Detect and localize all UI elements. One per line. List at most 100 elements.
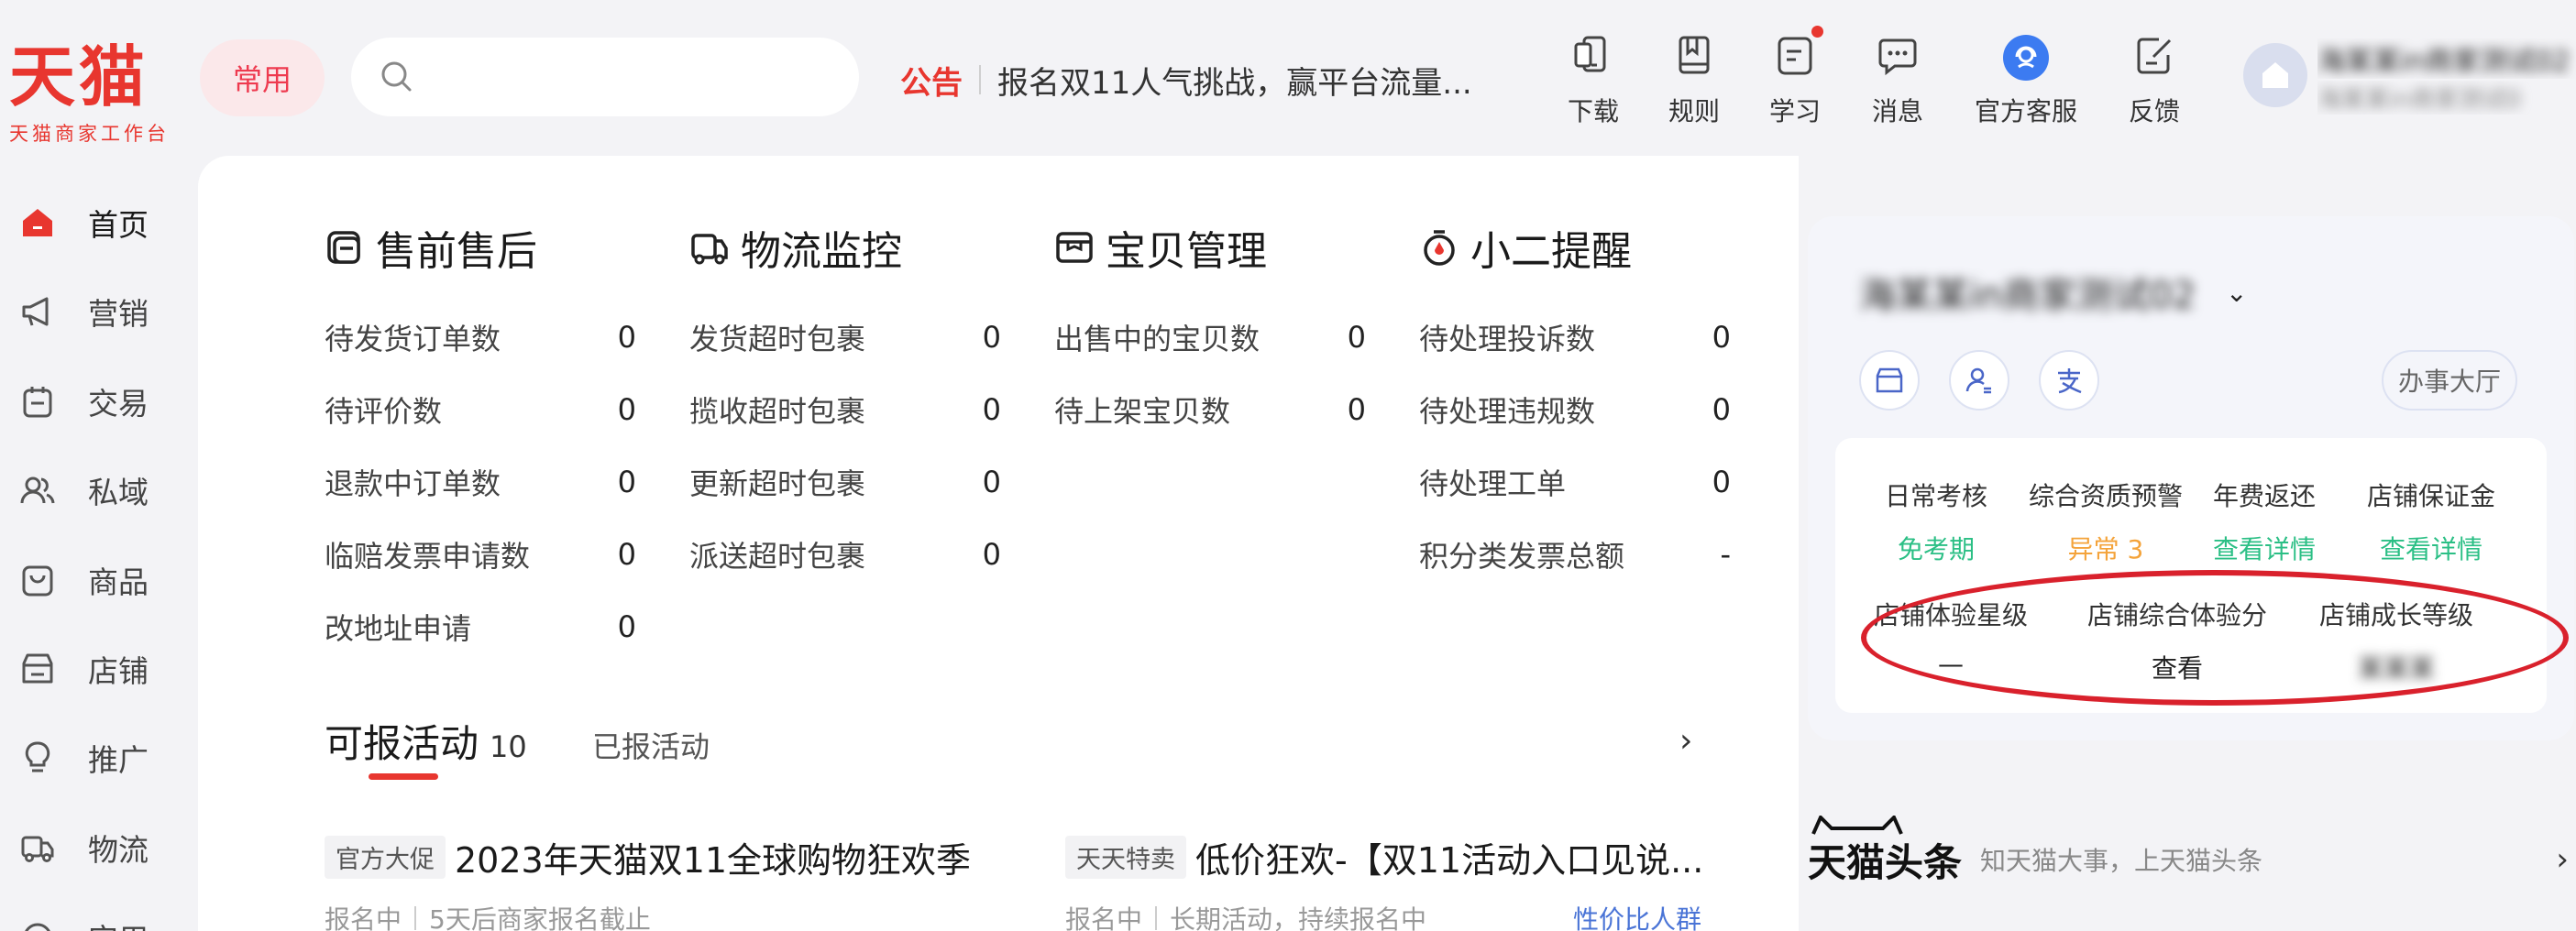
stat-row[interactable]: 揽收超时包裹 0 (689, 389, 1001, 430)
tmall-headline-bar[interactable]: 天猫头条 知天猫大事，上天猫头条 › (1808, 815, 2574, 894)
stat-value: 0 (982, 465, 1001, 499)
section-title-text: 售前售后 (376, 228, 537, 275)
tab-label: 可报活动 (325, 721, 479, 766)
kpi-store-deposit[interactable]: 店铺保证金 查看详情 (2349, 476, 2514, 566)
tab-available-activities[interactable]: 可报活动 10 (325, 713, 527, 768)
kpi-qualification-warning[interactable]: 综合资质预警 异常 3 (2019, 476, 2193, 566)
account-name[interactable]: 海某某in商家测试02 (2317, 38, 2576, 79)
stat-value: 0 (617, 392, 636, 427)
search-icon (381, 61, 412, 92)
feedback-button[interactable]: 反馈 (2099, 35, 2209, 128)
stat-label: 更新超时包裹 (689, 466, 866, 501)
activity-card-title[interactable]: 天天特卖 低价狂欢-【双11活动入口见说... (1065, 832, 1703, 882)
user-settings-icon (1965, 367, 1991, 394)
stat-value: 0 (1712, 320, 1731, 355)
download-label: 下载 (1567, 96, 1619, 126)
sidebar-item-marketing[interactable]: 营销 (0, 279, 198, 344)
sidebar-item-promotion[interactable]: 推广 (0, 726, 198, 790)
stat-row[interactable]: 待发货订单数 0 (325, 317, 636, 357)
tab-registered-activities[interactable]: 已报活动 (592, 724, 710, 766)
kpi-label: 店铺成长等级 (2318, 600, 2473, 630)
messages-button[interactable]: 消息 (1843, 35, 1953, 128)
shop-selector[interactable]: 海某某in商家测试02 ⌄ (1859, 266, 2247, 319)
avatar[interactable] (2243, 43, 2307, 107)
rules-button[interactable]: 规则 (1639, 35, 1749, 128)
customer-service-label: 官方客服 (1974, 96, 2077, 126)
section-product-management: 宝贝管理 出售中的宝贝数 0 待上架宝贝数 0 (1054, 220, 1421, 429)
notification-dot (1811, 26, 1823, 38)
kpi-experience-star[interactable]: 店铺体验星级 — (1859, 596, 2042, 679)
stat-row[interactable]: 改地址申请 0 (325, 607, 636, 647)
stat-row[interactable]: 派送超时包裹 0 (689, 534, 1001, 575)
kpi-experience-score[interactable]: 店铺综合体验分 查看 (2072, 596, 2283, 685)
rules-book-icon (1679, 36, 1710, 74)
stat-value: 0 (617, 537, 636, 572)
section-title[interactable]: 售前售后 (325, 220, 691, 275)
sidebar-item-logistics[interactable]: 物流 (0, 816, 198, 880)
sidebar-item-store[interactable]: 店铺 (0, 637, 198, 701)
stat-row[interactable]: 待处理工单 0 (1419, 462, 1731, 502)
search-box[interactable] (351, 38, 859, 116)
private-domain-icon (18, 471, 57, 509)
stat-row[interactable]: 待处理投诉数 0 (1419, 317, 1731, 357)
stat-value: 0 (1347, 392, 1366, 427)
stat-row[interactable]: 出售中的宝贝数 0 (1054, 317, 1366, 357)
stat-row[interactable]: 待评价数 0 (325, 389, 636, 430)
account-name-text: 海某某in商家测试02 (2317, 46, 2570, 78)
feedback-label: 反馈 (2128, 96, 2180, 126)
kpi-label: 日常考核 (1884, 481, 1987, 511)
sidebar-item-label: 推广 (88, 742, 149, 778)
chevron-right-icon[interactable]: › (1679, 722, 1692, 760)
alipay-button[interactable] (2039, 350, 2099, 411)
kpi-growth-level[interactable]: 店铺成长等级 某某某 (2305, 596, 2488, 685)
chevron-down-icon: ⌄ (2226, 277, 2248, 308)
customer-service-icon (2003, 35, 2049, 81)
activity-link[interactable]: 性价比人群 (1573, 900, 1701, 931)
activity-status-text: 报名中 (1065, 904, 1143, 931)
stat-row[interactable]: 待上架宝贝数 0 (1054, 389, 1366, 430)
kpi-value: — (1938, 649, 1964, 679)
shop-name: 海某某in商家测试02 (1859, 275, 2196, 317)
tab-count: 10 (490, 729, 527, 764)
common-button[interactable]: 常用 (200, 39, 325, 116)
stat-row[interactable]: 发货超时包裹 0 (689, 317, 1001, 357)
announcement-bar[interactable]: 公告 报名双11人气挑战，赢平台流量... (900, 57, 1472, 103)
section-title[interactable]: 物流监控 (689, 220, 1056, 275)
section-title[interactable]: 小二提醒 (1419, 220, 1786, 275)
activity-card-title[interactable]: 官方大促 2023年天猫双11全球购物狂欢季 (325, 832, 971, 882)
stat-value: 0 (1712, 392, 1731, 427)
stat-row[interactable]: 临赔发票申请数 0 (325, 534, 636, 575)
customer-service-button[interactable]: 官方客服 (1971, 35, 2081, 128)
search-input[interactable] (432, 61, 859, 93)
stat-row[interactable]: 积分类发票总额 - (1419, 534, 1731, 575)
shop-home-button[interactable] (1859, 350, 1920, 411)
service-hall-button[interactable]: 办事大厅 (2382, 350, 2517, 411)
shop-metrics-card: 日常考核 免考期 综合资质预警 异常 3 年费返还 查看详情 店铺保证金 查看详… (1835, 438, 2547, 713)
stat-label: 待上架宝贝数 (1054, 394, 1231, 429)
learn-button[interactable]: 学习 (1740, 26, 1850, 128)
kpi-daily-assessment[interactable]: 日常考核 免考期 (1863, 476, 2009, 566)
kpi-annual-fee-refund[interactable]: 年费返还 查看详情 (2200, 476, 2328, 566)
section-title[interactable]: 宝贝管理 (1054, 220, 1421, 275)
stat-row[interactable]: 退款中订单数 0 (325, 462, 636, 502)
sidebar-item-goods[interactable]: 商品 (0, 548, 198, 612)
sidebar-item-home[interactable]: 首页 (0, 191, 198, 255)
stat-row[interactable]: 待处理违规数 0 (1419, 389, 1731, 430)
sidebar: 首页 营销 交易 私域 商品 店铺 推广 物流 (0, 156, 198, 931)
stat-label: 出售中的宝贝数 (1054, 322, 1260, 356)
announcement-text[interactable]: 报名双11人气挑战，赢平台流量... (997, 58, 1472, 103)
download-button[interactable]: 下载 (1538, 35, 1648, 128)
sidebar-item-label: 交易 (88, 386, 149, 422)
product-management-icon (1054, 227, 1095, 268)
tmall-logo[interactable]: 天猫 天猫商家工作台 (9, 40, 174, 147)
stat-row[interactable]: 更新超时包裹 0 (689, 462, 1001, 502)
logo-subtitle: 天猫商家工作台 (9, 123, 170, 145)
sidebar-item-private-domain[interactable]: 私域 (0, 458, 198, 522)
chevron-right-icon[interactable]: › (2556, 841, 2569, 878)
sidebar-item-label: 店铺 (88, 653, 149, 689)
store-icon (18, 650, 57, 688)
sidebar-item-utility[interactable]: 实用 (0, 905, 198, 931)
activity-title: 低价狂欢-【双11活动入口见说... (1195, 840, 1704, 881)
sidebar-item-transaction[interactable]: 交易 (0, 369, 198, 433)
shop-account-button[interactable] (1949, 350, 2009, 411)
